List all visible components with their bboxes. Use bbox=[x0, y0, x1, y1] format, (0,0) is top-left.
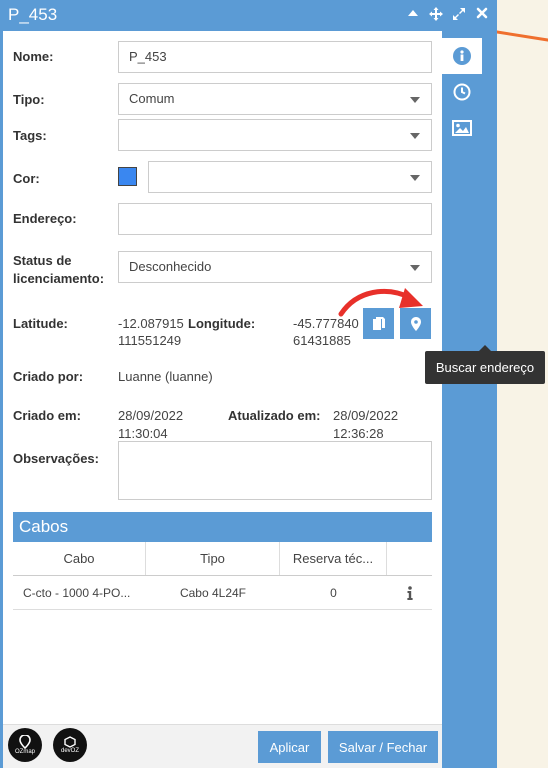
map-pin-logo-icon bbox=[19, 735, 31, 749]
status-select[interactable]: Desconhecido bbox=[118, 251, 432, 283]
clock-icon bbox=[453, 83, 471, 101]
titlebar-controls bbox=[406, 7, 489, 21]
latitude-value-line1: -12.087915 bbox=[118, 316, 184, 331]
tipo-label: Tipo: bbox=[13, 92, 45, 107]
cor-label: Cor: bbox=[13, 171, 40, 186]
atualizado-em-date: 28/09/2022 bbox=[333, 408, 399, 423]
col-header-reserva[interactable]: Reserva téc... bbox=[280, 542, 387, 575]
collapse-icon[interactable] bbox=[406, 7, 420, 21]
criado-por-value: Luanne (luanne) bbox=[118, 369, 213, 384]
cabos-header: Cabos bbox=[13, 512, 432, 542]
tab-history[interactable] bbox=[442, 74, 482, 110]
maximize-icon[interactable] bbox=[452, 7, 466, 21]
devoz-logo-text: devOZ bbox=[60, 748, 79, 754]
color-swatch[interactable] bbox=[118, 167, 137, 186]
criado-em-label: Criado em: bbox=[13, 408, 81, 423]
status-label-line1: Status de bbox=[13, 253, 72, 268]
move-icon[interactable] bbox=[429, 7, 443, 21]
info-icon bbox=[406, 585, 413, 600]
observacoes-textarea[interactable] bbox=[118, 441, 432, 500]
info-icon bbox=[453, 47, 471, 65]
tipo-value: Comum bbox=[129, 91, 175, 106]
apply-button[interactable]: Aplicar bbox=[258, 731, 321, 763]
criado-por-label: Criado por: bbox=[13, 369, 84, 384]
cor-select[interactable] bbox=[148, 161, 432, 193]
atualizado-em-time: 12:36:28 bbox=[333, 426, 384, 441]
criado-em-date: 28/09/2022 bbox=[118, 408, 184, 423]
cabos-table: Cabo Tipo Reserva téc... C-cto - 1000 4-… bbox=[13, 542, 432, 610]
close-icon[interactable] bbox=[475, 7, 489, 21]
dialog-titlebar[interactable]: P_453 bbox=[0, 0, 497, 31]
longitude-value-line2: 61431885 bbox=[293, 333, 351, 348]
tags-label: Tags: bbox=[13, 128, 47, 143]
tab-images[interactable] bbox=[442, 110, 482, 146]
latitude-label: Latitude: bbox=[13, 316, 68, 331]
dialog-title: P_453 bbox=[8, 5, 58, 24]
cell-tipo: Cabo 4L24F bbox=[179, 585, 247, 600]
status-value: Desconhecido bbox=[129, 259, 212, 274]
element-dialog: P_453 bbox=[0, 0, 497, 768]
tipo-select[interactable]: Comum bbox=[118, 83, 432, 115]
cabos-table-header: Cabo Tipo Reserva téc... bbox=[13, 542, 432, 576]
status-label-line2: licenciamento: bbox=[13, 271, 105, 286]
nome-label: Nome: bbox=[13, 49, 54, 64]
endereco-label: Endereço: bbox=[13, 211, 77, 226]
nome-input[interactable]: P_453 bbox=[118, 41, 432, 73]
chevron-down-icon bbox=[410, 133, 420, 139]
row-info-button[interactable] bbox=[387, 576, 432, 609]
ozmap-logo-text: OZmap bbox=[14, 749, 35, 755]
endereco-input[interactable] bbox=[118, 203, 432, 235]
longitude-label: Longitude: bbox=[188, 316, 256, 331]
observacoes-label: Observações: bbox=[13, 451, 99, 466]
tags-select[interactable] bbox=[118, 119, 432, 151]
dialog-footer: OZmap devOZ Aplicar Salvar / Fechar bbox=[3, 724, 442, 768]
ozmap-logo[interactable]: OZmap bbox=[8, 728, 42, 762]
cube-logo-icon bbox=[64, 736, 76, 748]
cell-cabo: C-cto - 1000 4-PO... bbox=[23, 585, 131, 600]
latitude-value-line2: 111551249 bbox=[118, 333, 182, 348]
col-header-cabo[interactable]: Cabo bbox=[13, 542, 146, 575]
col-header-tipo[interactable]: Tipo bbox=[146, 542, 280, 575]
save-close-button[interactable]: Salvar / Fechar bbox=[328, 731, 438, 763]
tab-info[interactable] bbox=[442, 38, 482, 74]
cell-reserva: 0 bbox=[330, 585, 337, 600]
chevron-down-icon bbox=[410, 175, 420, 181]
col-header-actions bbox=[387, 542, 432, 575]
side-tabs bbox=[442, 31, 497, 768]
find-address-tooltip: Buscar endereço bbox=[425, 345, 545, 384]
table-row[interactable]: C-cto - 1000 4-PO... Cabo 4L24F 0 bbox=[13, 576, 432, 610]
image-icon bbox=[452, 120, 472, 136]
criado-em-time: 11:30:04 bbox=[118, 426, 168, 441]
map-route-line[interactable] bbox=[493, 30, 548, 43]
chevron-down-icon bbox=[410, 97, 420, 103]
annotation-arrow bbox=[338, 288, 423, 317]
chevron-down-icon bbox=[410, 265, 420, 271]
devoz-logo[interactable]: devOZ bbox=[53, 728, 87, 762]
atualizado-em-label: Atualizado em: bbox=[228, 408, 321, 423]
